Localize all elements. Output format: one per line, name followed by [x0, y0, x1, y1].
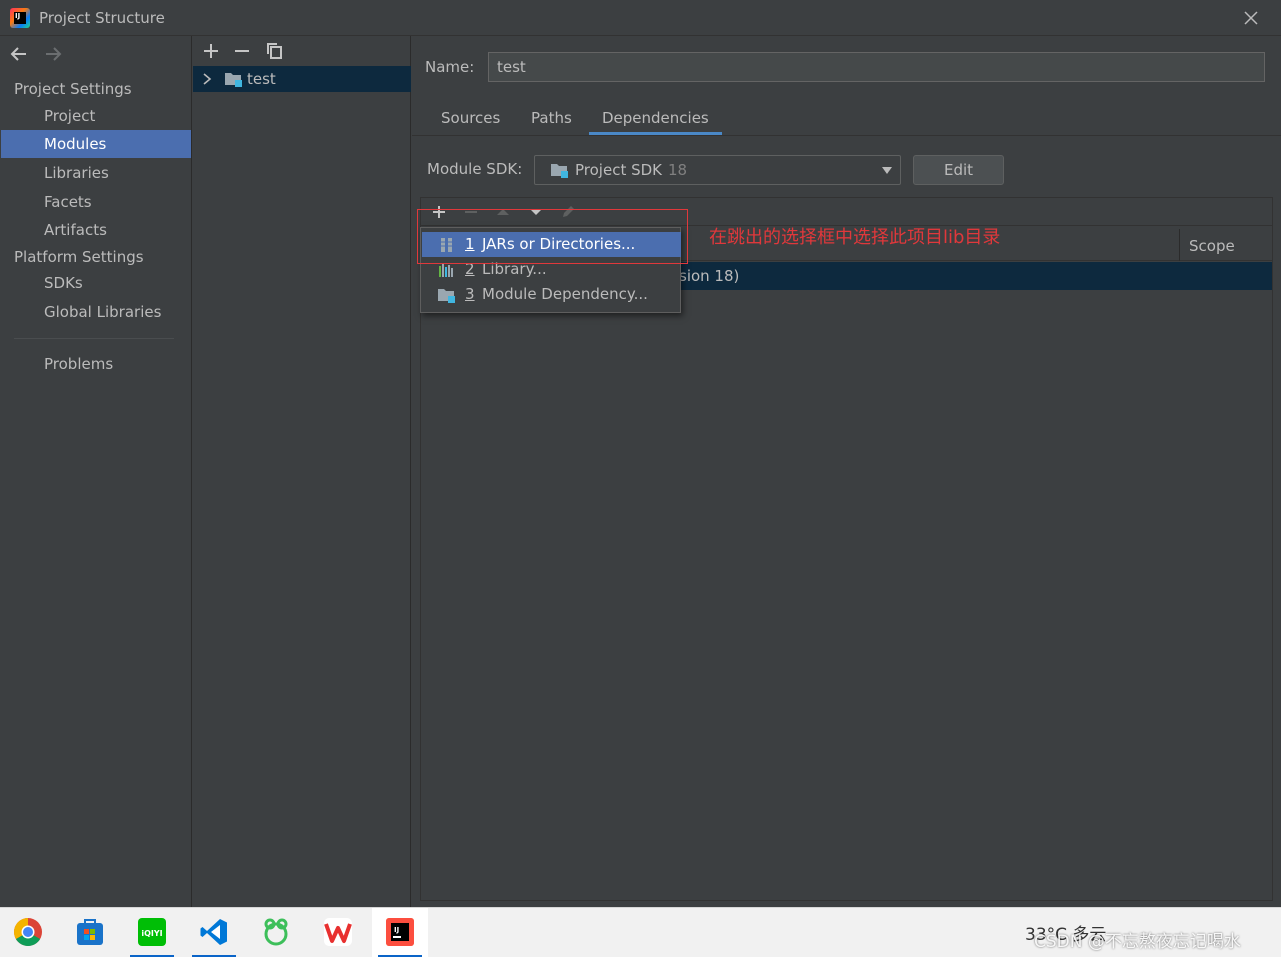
sidebar-item-project[interactable]: Project — [1, 102, 191, 130]
back-arrow-icon[interactable] — [8, 42, 30, 66]
annotation-highlight-box — [417, 209, 688, 264]
module-sdk-select[interactable]: Project SDK 18 — [534, 155, 901, 185]
taskbar: iQIYI IJ 33°C 多云 CSDN @不忘熬夜忘记喝水 — [0, 907, 1281, 957]
sdk-folder-icon — [551, 164, 568, 178]
module-sdk-label: Module SDK: — [427, 160, 523, 178]
sdk-value: Project SDK — [575, 161, 662, 179]
platform-settings-heading: Platform Settings — [14, 248, 144, 266]
dependency-row-text: sion 18) — [679, 267, 740, 285]
sidebar-item-problems[interactable]: Problems — [1, 350, 191, 378]
popup-item-number: 3 — [465, 285, 475, 303]
taskbar-vscode[interactable] — [186, 908, 242, 957]
module-folder-icon — [225, 73, 242, 87]
taskbar-store[interactable] — [62, 908, 118, 957]
sidebar-item-facets[interactable]: Facets — [1, 188, 191, 216]
annotation-text: 在跳出的选择框中选择此项目lib目录 — [709, 227, 1001, 248]
project-settings-heading: Project Settings — [14, 80, 132, 98]
module-icon — [438, 289, 455, 303]
active-tab-indicator — [589, 132, 722, 135]
name-label: Name: — [425, 58, 475, 76]
iqiyi-icon: iQIYI — [138, 918, 166, 946]
tab-sources[interactable]: Sources — [441, 109, 500, 127]
forward-arrow-icon[interactable] — [42, 42, 64, 66]
taskbar-iqiyi[interactable]: iQIYI — [124, 908, 180, 957]
wps-icon — [324, 918, 352, 946]
popup-item-module-dependency[interactable]: 3 Module Dependency... — [422, 282, 681, 307]
module-tabs: Sources Paths Dependencies — [412, 100, 1281, 136]
sidebar-item-modules[interactable]: Modules — [1, 130, 191, 158]
tree-item-label: test — [247, 70, 276, 88]
store-icon — [77, 919, 103, 945]
tree-item-test[interactable]: test — [193, 66, 411, 92]
vscode-icon — [200, 919, 227, 945]
module-details: Name: Sources Paths Dependencies Module … — [412, 36, 1281, 907]
edit-sdk-button[interactable]: Edit — [913, 155, 1004, 185]
scope-column-header[interactable]: Scope — [1189, 237, 1235, 255]
sidebar-item-global-libraries[interactable]: Global Libraries — [1, 298, 191, 326]
intellij-icon: IJ — [386, 918, 414, 946]
window-title: Project Structure — [39, 9, 165, 27]
sidebar-item-libraries[interactable]: Libraries — [1, 159, 191, 187]
svg-text:IJ: IJ — [394, 926, 399, 934]
tab-paths[interactable]: Paths — [531, 109, 572, 127]
title-bar: IJ Project Structure — [0, 0, 1281, 36]
modules-toolbar — [193, 36, 411, 66]
module-name-input[interactable] — [488, 52, 1265, 82]
chrome-icon — [14, 918, 42, 946]
remove-icon[interactable] — [231, 40, 253, 62]
tab-dependencies[interactable]: Dependencies — [602, 109, 709, 127]
settings-sidebar: Project Settings Project Modules Librari… — [0, 36, 192, 907]
library-icon — [439, 264, 453, 277]
game-icon — [264, 918, 288, 946]
taskbar-game[interactable] — [248, 908, 304, 957]
copy-icon[interactable] — [264, 40, 286, 62]
sidebar-divider — [14, 338, 174, 339]
add-icon[interactable] — [200, 40, 222, 62]
chevron-right-icon[interactable] — [201, 72, 213, 86]
modules-panel: test — [193, 36, 411, 907]
svg-text:iQIYI: iQIYI — [141, 929, 162, 938]
taskbar-intellij[interactable]: IJ — [372, 908, 428, 957]
csdn-watermark: CSDN @不忘熬夜忘记喝水 — [1034, 932, 1241, 952]
column-divider — [1179, 229, 1180, 261]
taskbar-chrome[interactable] — [0, 908, 56, 957]
close-icon[interactable] — [1240, 7, 1262, 29]
intellij-icon: IJ — [10, 8, 30, 28]
sidebar-item-sdks[interactable]: SDKs — [1, 269, 191, 297]
chevron-down-icon — [882, 167, 892, 174]
popup-item-label: Module Dependency... — [482, 285, 648, 303]
taskbar-wps[interactable] — [310, 908, 366, 957]
sidebar-item-artifacts[interactable]: Artifacts — [1, 216, 191, 244]
sdk-version: 18 — [668, 161, 688, 179]
